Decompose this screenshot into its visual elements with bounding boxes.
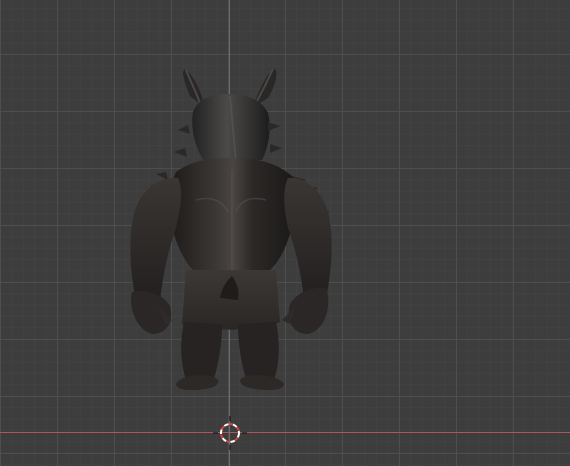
foot-right — [240, 375, 284, 390]
hand-right — [288, 287, 329, 334]
torso — [169, 158, 297, 284]
foot-left — [176, 375, 219, 390]
3d-cursor-icon[interactable] — [212, 415, 248, 451]
leg-left — [181, 322, 222, 380]
creature-model[interactable] — [0, 0, 570, 466]
3d-viewport[interactable] — [0, 0, 570, 466]
hand-left — [130, 290, 172, 334]
leg-right — [238, 322, 279, 380]
